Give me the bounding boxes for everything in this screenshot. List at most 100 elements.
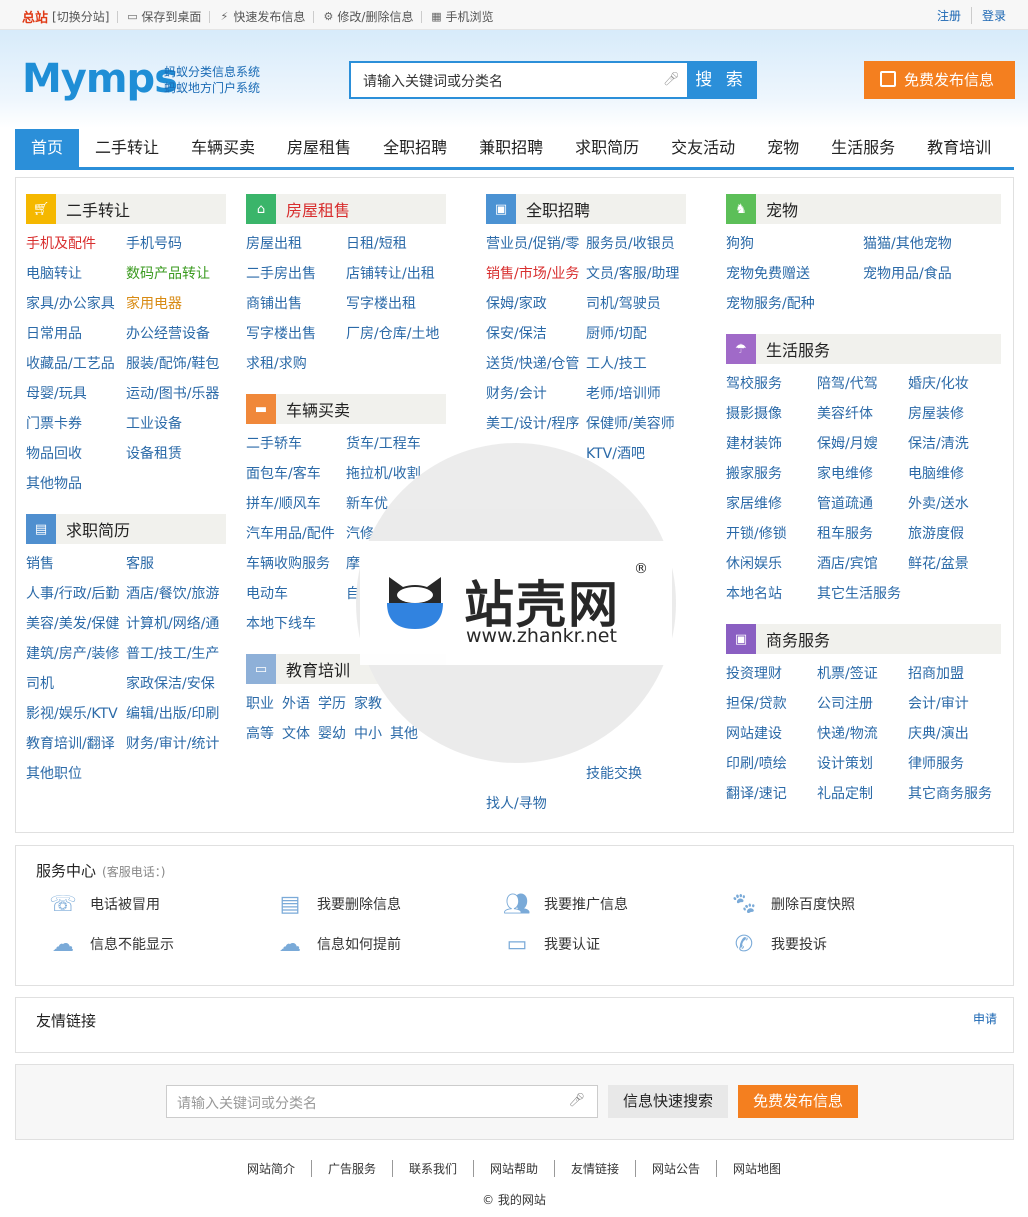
- category-link[interactable]: 计算机/网络/通: [126, 609, 226, 639]
- category-link[interactable]: 其它商务服务: [908, 779, 1001, 809]
- category-link[interactable]: 家用电器: [126, 289, 226, 319]
- category-link[interactable]: 普工/技工/生产: [126, 639, 226, 669]
- category-link[interactable]: 保健师/美容师: [586, 409, 686, 439]
- category-link[interactable]: 狗狗: [726, 229, 863, 259]
- nav-house[interactable]: 房屋租售: [271, 129, 367, 167]
- service-item[interactable]: ☏ 电话被冒用: [46, 888, 160, 920]
- nav-secondhand[interactable]: 二手转让: [79, 129, 175, 167]
- category-link[interactable]: 其它生活服务: [817, 579, 937, 609]
- category-link[interactable]: 母婴/玩具: [26, 379, 126, 409]
- category-link[interactable]: 中小: [354, 719, 382, 749]
- category-link[interactable]: 酒店/餐饮/旅游: [126, 579, 226, 609]
- footer-link[interactable]: 网站公告: [635, 1160, 716, 1177]
- category-title[interactable]: 教育培训: [286, 657, 350, 681]
- service-item[interactable]: ✆ 我要投诉: [727, 928, 827, 960]
- category-link[interactable]: 外卖/送水: [908, 489, 999, 519]
- category-link[interactable]: 搬家服务: [726, 459, 817, 489]
- category-link[interactable]: 鲜花/盆景: [908, 549, 999, 579]
- site-name[interactable]: 总站: [22, 7, 48, 26]
- category-link[interactable]: 写字楼出租: [346, 289, 446, 319]
- category-link[interactable]: 其他职位: [26, 759, 126, 789]
- quick-search-button[interactable]: 信息快速搜索: [608, 1085, 728, 1118]
- category-link[interactable]: 老师/培训师: [586, 379, 686, 409]
- category-link[interactable]: 印刷/喷绘: [726, 749, 817, 779]
- footer-link[interactable]: 联系我们: [391, 1160, 473, 1177]
- category-link[interactable]: 汽车用品/配件: [246, 519, 346, 549]
- nav-home[interactable]: 首页: [15, 129, 80, 167]
- category-link[interactable]: 宠物用品/食品: [863, 259, 1000, 289]
- search-button[interactable]: 搜 索: [687, 63, 755, 97]
- category-link[interactable]: 手机及配件: [26, 229, 126, 259]
- category-link[interactable]: 车辆收购服务: [246, 549, 346, 579]
- category-link[interactable]: 猫猫/其他宠物: [863, 229, 1000, 259]
- category-link[interactable]: 技能交换: [586, 759, 686, 789]
- nav-life[interactable]: 生活服务: [815, 129, 911, 167]
- category-link[interactable]: 货车/工程车: [346, 429, 446, 459]
- category-link[interactable]: 商铺出售: [246, 289, 346, 319]
- category-link[interactable]: 保安/保洁: [486, 319, 586, 349]
- category-link[interactable]: 销售: [26, 549, 126, 579]
- category-link[interactable]: 物品回收: [26, 439, 126, 469]
- service-item[interactable]: 👥︎ 我要推广信息: [500, 888, 628, 920]
- nav-parttime[interactable]: 兼职招聘: [463, 129, 559, 167]
- apply-link[interactable]: 申请: [973, 1010, 997, 1027]
- category-link[interactable]: 高等: [246, 719, 274, 749]
- category-link[interactable]: 设计策划: [817, 749, 908, 779]
- category-title[interactable]: 车辆买卖: [286, 397, 350, 421]
- category-link[interactable]: 门票卡券: [26, 409, 126, 439]
- category-link[interactable]: 外语: [282, 689, 310, 719]
- category-link[interactable]: 数码产品转让: [126, 259, 226, 289]
- category-link[interactable]: 机票/签证: [817, 659, 908, 689]
- category-link[interactable]: 编辑/出版/印刷: [126, 699, 226, 729]
- category-link[interactable]: 开锁/修锁: [726, 519, 817, 549]
- category-link[interactable]: 翻译/速记: [726, 779, 817, 809]
- category-link[interactable]: 设备租赁: [126, 439, 226, 469]
- category-link[interactable]: 会计/审计: [908, 689, 999, 719]
- service-item[interactable]: ▭ 我要认证: [500, 928, 600, 960]
- category-link[interactable]: 拼车/顺风车: [246, 489, 346, 519]
- category-link[interactable]: 律师服务: [908, 749, 999, 779]
- category-link[interactable]: 房屋出租: [246, 229, 346, 259]
- bottom-search-input[interactable]: 请输入关键词或分类名 🎤︎: [166, 1085, 598, 1118]
- category-link[interactable]: 投资理财: [726, 659, 817, 689]
- category-link[interactable]: 美容/美发/保健: [26, 609, 126, 639]
- category-link[interactable]: 网站建设: [726, 719, 817, 749]
- search-input[interactable]: 请输入关键词或分类名: [363, 71, 503, 91]
- service-item[interactable]: ☁ 信息如何提前: [273, 928, 401, 960]
- category-link[interactable]: KTV/酒吧: [586, 439, 686, 469]
- category-link[interactable]: 日租/短租: [346, 229, 446, 259]
- category-link[interactable]: 工业设备: [126, 409, 226, 439]
- category-link[interactable]: 运动/图书/乐器: [126, 379, 226, 409]
- nav-dating[interactable]: 交友活动: [655, 129, 751, 167]
- service-item[interactable]: ☁ 信息不能显示: [46, 928, 174, 960]
- category-link[interactable]: 家居维修: [726, 489, 817, 519]
- category-link[interactable]: 家教: [354, 689, 382, 719]
- edit-delete-link[interactable]: ⚙ 修改/删除信息: [322, 8, 413, 25]
- category-link[interactable]: 休闲娱乐: [726, 549, 817, 579]
- footer-link[interactable]: 网站帮助: [472, 1160, 554, 1177]
- category-link[interactable]: 公司注册: [817, 689, 908, 719]
- category-title[interactable]: 宠物: [766, 197, 798, 221]
- category-link[interactable]: 租车服务: [817, 519, 908, 549]
- quick-publish-link[interactable]: ⚡ 快速发布信息: [218, 8, 306, 25]
- nav-car[interactable]: 车辆买卖: [175, 129, 271, 167]
- footer-link[interactable]: 网站简介: [231, 1160, 311, 1177]
- category-link[interactable]: 工人/技工: [586, 349, 686, 379]
- microphone-icon[interactable]: 🎤︎: [663, 72, 680, 88]
- category-link[interactable]: 管道疏通: [817, 489, 908, 519]
- category-link[interactable]: 家政保洁/安保: [126, 669, 226, 699]
- category-title[interactable]: 生活服务: [766, 337, 830, 361]
- nav-pet[interactable]: 宠物: [751, 129, 815, 167]
- register-link[interactable]: 注册: [927, 7, 961, 24]
- category-link[interactable]: 影视/娱乐/KTV: [26, 699, 126, 729]
- category-link[interactable]: 人事/行政/后勤: [26, 579, 126, 609]
- footer-link[interactable]: 广告服务: [310, 1160, 392, 1177]
- service-item[interactable]: ▤ 我要删除信息: [273, 888, 401, 920]
- category-link[interactable]: 职业: [246, 689, 274, 719]
- category-link[interactable]: 司机: [26, 669, 126, 699]
- category-link[interactable]: 店铺转让/出租: [346, 259, 446, 289]
- category-link[interactable]: 宠物服务/配种: [726, 289, 863, 319]
- category-link[interactable]: 保洁/清洗: [908, 429, 999, 459]
- login-link[interactable]: 登录: [970, 7, 1006, 24]
- category-link[interactable]: 旅游度假: [908, 519, 999, 549]
